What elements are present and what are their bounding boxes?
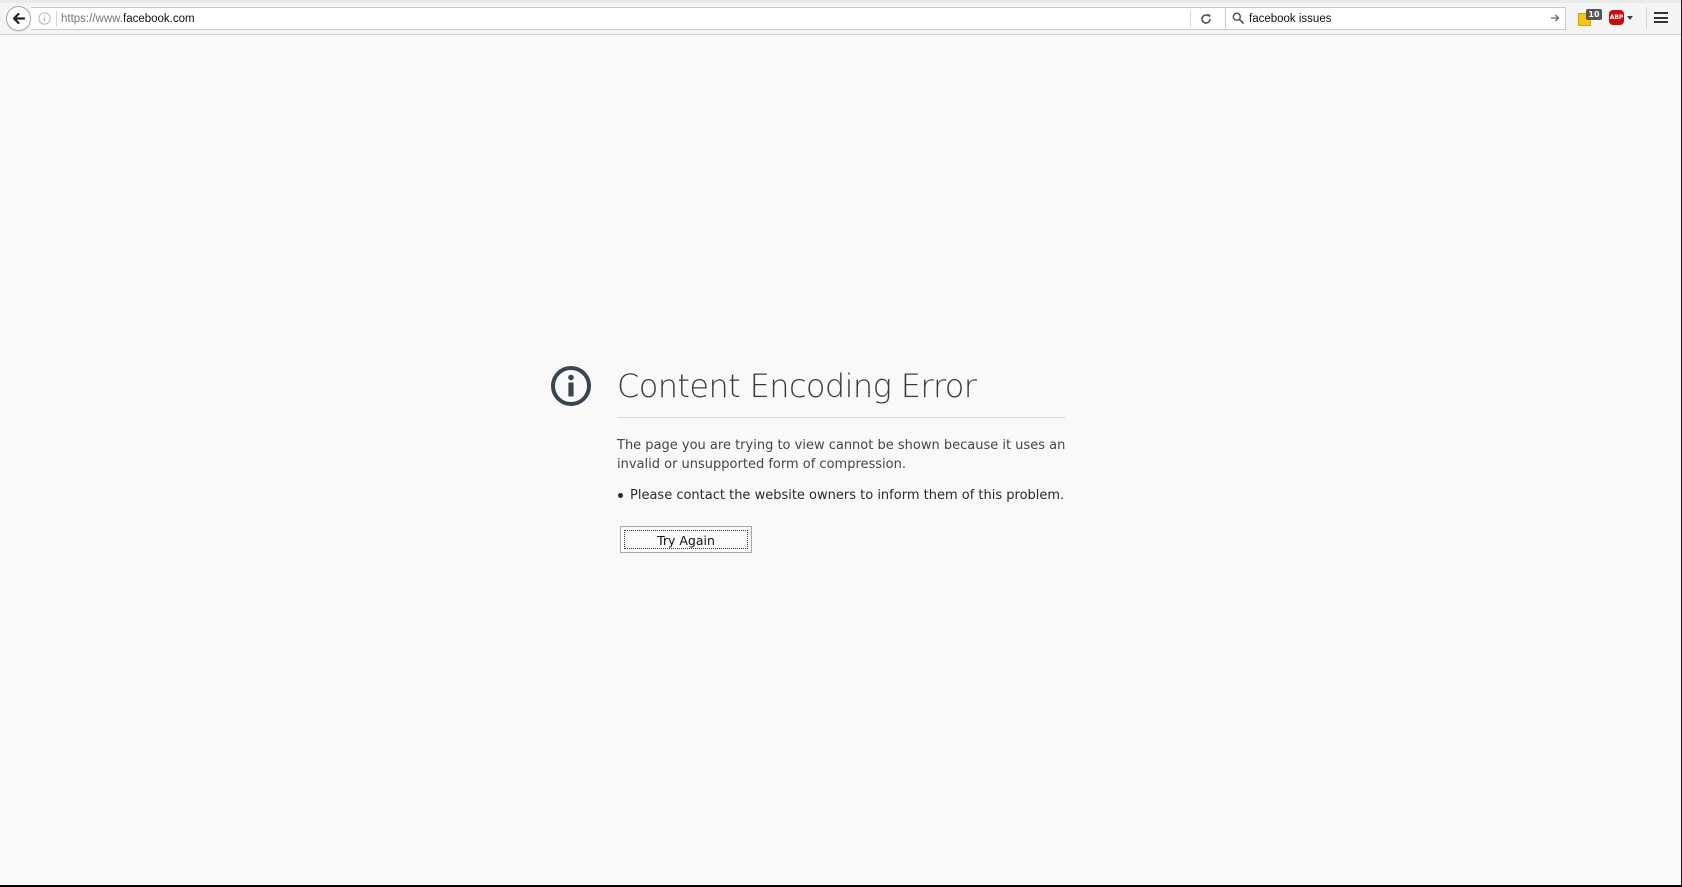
search-bar[interactable]: facebook issues [1225, 7, 1566, 30]
hamburger-menu-icon[interactable] [1654, 11, 1668, 24]
browser-window: https://www.facebook.com facebook issues… [0, 0, 1682, 885]
url-text[interactable]: https://www.facebook.com [61, 11, 195, 27]
back-button[interactable] [6, 6, 31, 31]
reload-icon [1201, 14, 1211, 24]
info-icon[interactable] [38, 12, 51, 25]
url-divider [56, 11, 57, 27]
extension-badge: 10 [1586, 9, 1602, 20]
url-host: facebook.com [123, 13, 195, 25]
search-input[interactable]: facebook issues [1249, 11, 1331, 27]
url-bar[interactable]: https://www.facebook.com [31, 7, 1229, 30]
search-icon [1232, 12, 1244, 24]
info-circle-icon [551, 366, 591, 406]
error-description: The page you are trying to view cannot b… [617, 438, 1066, 472]
menu-divider [1646, 7, 1647, 29]
tab-strip-edge [0, 0, 1681, 3]
error-suggestions: Please contact the website owners to inf… [617, 486, 1064, 505]
adblock-button[interactable]: ABP [1609, 10, 1635, 26]
chevron-down-icon [1627, 16, 1633, 20]
notes-extension-button[interactable]: 10 [1578, 9, 1602, 27]
list-item: Please contact the website owners to inf… [617, 486, 1064, 505]
url-scheme: https://www. [61, 13, 123, 25]
try-again-label: Try Again [624, 530, 748, 549]
title-divider [617, 417, 1065, 418]
try-again-button[interactable]: Try Again [620, 526, 752, 553]
reload-divider [1190, 11, 1191, 27]
arrow-right-icon[interactable] [1550, 13, 1560, 23]
reload-button[interactable] [1197, 11, 1215, 27]
navigation-toolbar: https://www.facebook.com facebook issues… [0, 0, 1681, 35]
adblock-icon: ABP [1609, 10, 1624, 25]
error-title: Content Encoding Error [617, 367, 977, 405]
back-arrow-icon [12, 12, 26, 25]
